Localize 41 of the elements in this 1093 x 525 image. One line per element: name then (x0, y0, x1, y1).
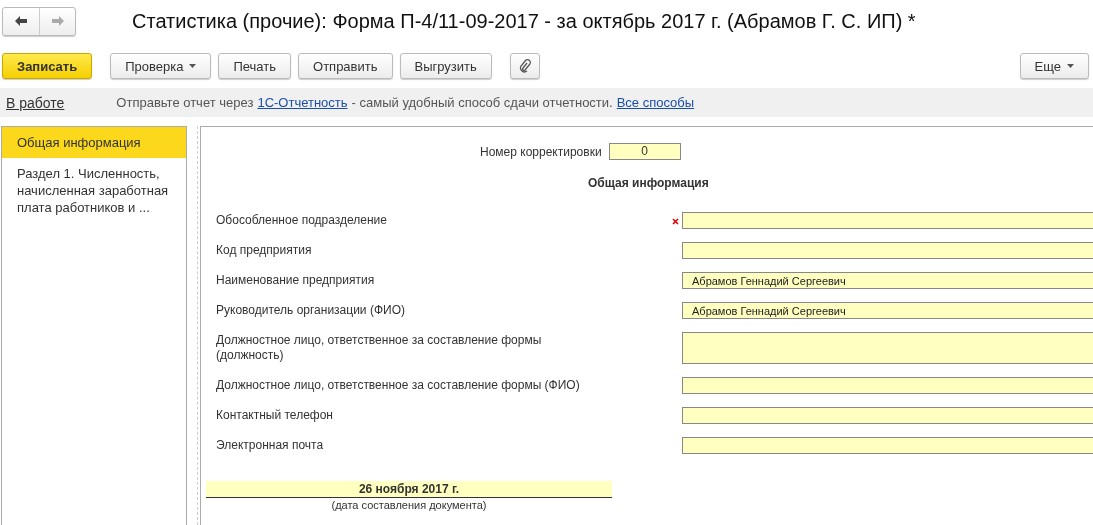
save-button[interactable]: Записать (2, 53, 93, 79)
forward-arrow-icon (50, 15, 65, 27)
field-label: Руководитель организации (ФИО) (216, 303, 406, 318)
field-label: Должностное лицо, ответственное за составление формы (ФИО) (216, 378, 581, 393)
caret-icon (189, 64, 197, 68)
input-field[interactable] (682, 332, 1093, 364)
field-label: Номер корректировки (480, 144, 602, 159)
toolbar-button[interactable]: Выгрузить (399, 53, 492, 79)
more-button[interactable]: Еще (1019, 53, 1089, 79)
field-label: Должностное лицо, ответственное за составление формы (должность) (216, 333, 543, 363)
status-link[interactable]: В работе (6, 94, 65, 111)
date-caption: (дата составления документа) (331, 499, 487, 511)
input-field[interactable] (682, 377, 1093, 394)
sidebar-item[interactable]: Общая информация (2, 127, 186, 158)
field-label: Электронная почта (216, 438, 325, 453)
link[interactable]: 1С-Отчетность (257, 95, 348, 110)
toolbar-button[interactable]: Печать (218, 53, 292, 79)
caret-icon (1067, 64, 1074, 68)
field-label: Наименование предприятия (216, 273, 376, 288)
attach-button[interactable] (509, 53, 540, 79)
link[interactable]: Все способы (616, 95, 695, 110)
input-field[interactable] (682, 437, 1093, 454)
input-field[interactable] (682, 407, 1093, 424)
input-field[interactable] (682, 211, 1093, 229)
field-label: Обособленное подразделение (216, 212, 388, 228)
info-text: Отправьте отчет через (116, 95, 254, 110)
window-title: Статистика (прочие): Форма П-4/11-09-2017 - за октябрь 2017 г. (Абрамов Г. С. ИП) * (132, 9, 916, 33)
field-label: Код предприятия (216, 243, 313, 258)
paperclip-icon (518, 59, 531, 73)
sidebar-item[interactable]: Раздел 1. Численность, начисленная заработная плата работников и ... (2, 158, 186, 223)
input-field[interactable] (682, 242, 1093, 259)
info-text: - самый удобный способ сдачи отчетности. (351, 95, 613, 110)
section-heading: Общая информация (588, 176, 710, 190)
date-field[interactable]: 26 ноября 2017 г. (206, 481, 612, 498)
back-arrow-icon (14, 15, 28, 27)
input-field[interactable]: Абрамов Геннадий Сергеевич (682, 272, 1093, 289)
field-label: Контактный телефон (216, 408, 334, 423)
input-field[interactable]: 0 (608, 143, 681, 160)
dropdown-button[interactable]: Проверка (110, 53, 212, 79)
input-field[interactable]: Абрамов Геннадий Сергеевич (682, 302, 1093, 319)
toolbar-button[interactable]: Отправить (298, 53, 393, 79)
